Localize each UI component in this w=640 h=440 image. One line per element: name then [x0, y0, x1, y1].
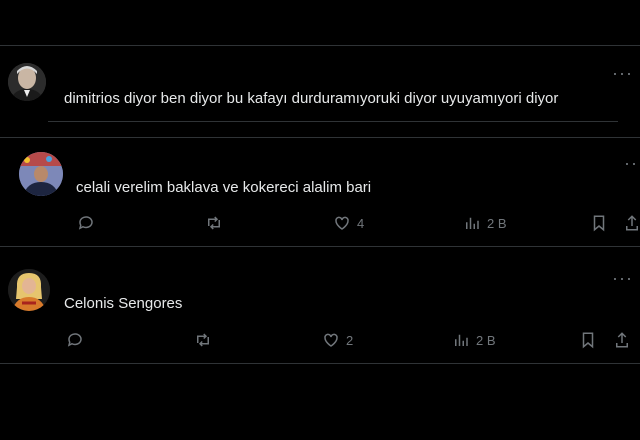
like-count: 4	[357, 215, 365, 231]
share-icon	[616, 332, 628, 348]
share-button[interactable]	[624, 214, 640, 232]
more-icon[interactable]: ···	[612, 269, 633, 287]
more-icon[interactable]: ···	[612, 64, 633, 82]
divider	[48, 121, 618, 122]
share-button[interactable]	[614, 331, 630, 349]
repost-icon	[197, 333, 209, 347]
reply-icon	[67, 333, 82, 347]
bookmark-button[interactable]	[591, 214, 607, 232]
repost-button[interactable]	[204, 214, 224, 232]
post-text: dimitrios diyor ben diyor bu kafayı durd…	[64, 90, 559, 107]
bookmark-icon	[582, 332, 594, 349]
post-text: Celonis Sengores	[64, 295, 183, 312]
view-count: 2 B	[476, 332, 496, 348]
bookmark-button[interactable]	[580, 331, 596, 349]
bookmark-icon	[593, 215, 605, 232]
reply-button[interactable]	[77, 214, 95, 232]
share-icon	[626, 215, 638, 231]
post-2[interactable]: celali verelim baklava ve kokereci alali…	[0, 138, 640, 246]
like-count: 2	[346, 332, 354, 348]
post-3[interactable]: Celonis Sengores ··· 2 2 B	[0, 247, 640, 363]
like-button[interactable]: 4	[333, 214, 364, 232]
divider	[0, 363, 640, 364]
views-button[interactable]: 2 B	[452, 331, 496, 349]
more-icon[interactable]: ···	[624, 154, 640, 172]
avatar[interactable]	[8, 63, 46, 101]
like-button[interactable]: 2	[322, 331, 353, 349]
post-1[interactable]: dimitrios diyor ben diyor bu kafayı durd…	[0, 46, 640, 121]
views-icon	[455, 334, 468, 346]
reply-button[interactable]	[66, 331, 84, 349]
repost-icon	[208, 216, 220, 230]
views-button[interactable]: 2 B	[463, 214, 507, 232]
like-icon	[324, 333, 338, 347]
avatar[interactable]	[8, 269, 50, 311]
avatar[interactable]	[19, 152, 63, 196]
repost-button[interactable]	[193, 331, 213, 349]
post-text: celali verelim baklava ve kokereci alali…	[76, 179, 372, 196]
reply-icon	[78, 216, 93, 230]
view-count: 2 B	[487, 215, 507, 231]
like-icon	[335, 216, 349, 230]
views-icon	[466, 217, 479, 229]
